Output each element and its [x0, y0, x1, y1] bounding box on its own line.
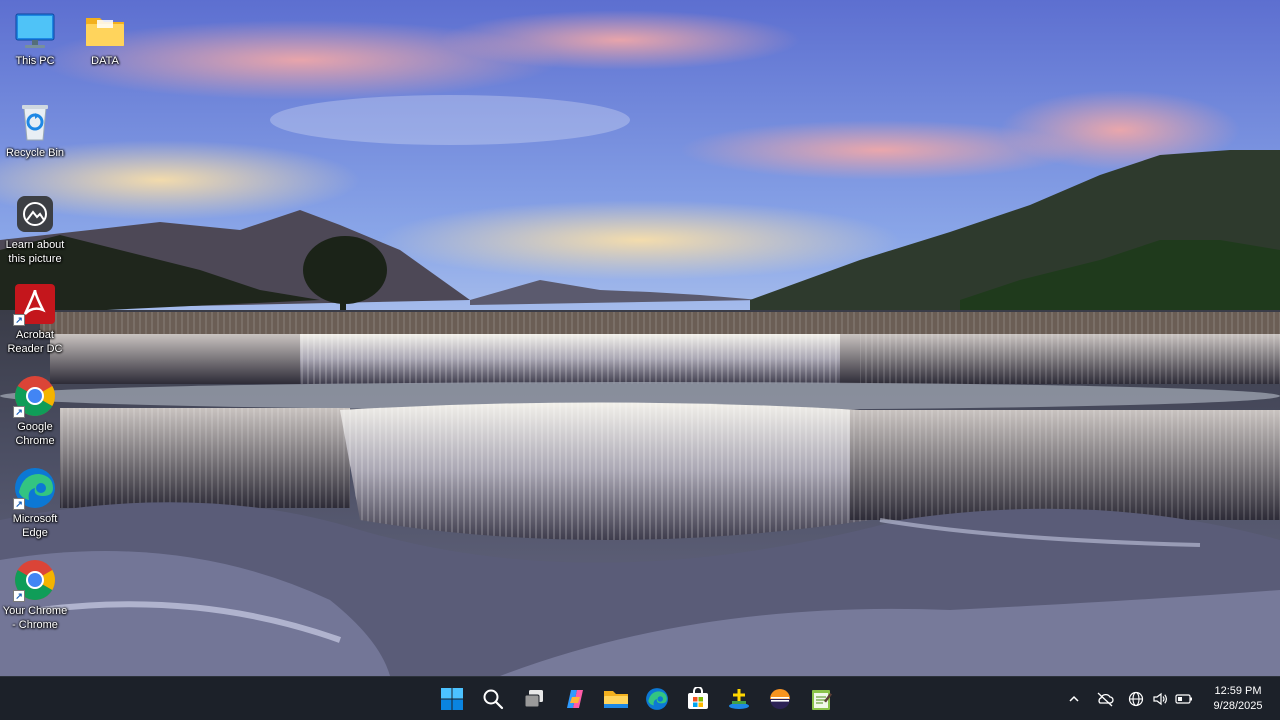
desktop-icon-label: DATA — [91, 55, 119, 67]
desktop-icon-this-pc[interactable]: This PC — [0, 8, 70, 68]
globe-icon — [1128, 691, 1144, 707]
file-explorer-button[interactable] — [598, 681, 634, 717]
start-button[interactable] — [434, 681, 470, 717]
system-tray: 12:59 PM 9/28/2025 — [1062, 677, 1280, 720]
monitor-icon — [13, 8, 57, 52]
task-view-button[interactable] — [516, 681, 552, 717]
windows-start-icon — [441, 688, 463, 710]
desktop-icon-microsoft-edge[interactable]: ↗ Microsoft Edge — [0, 466, 70, 540]
desktop-icon-google-chrome[interactable]: ↗ Google Chrome — [0, 374, 70, 448]
desktop-icon-label: Acrobat Reader DC — [7, 329, 63, 355]
shortcut-arrow-icon: ↗ — [13, 314, 25, 326]
copilot-icon — [567, 690, 583, 708]
store-icon — [688, 687, 708, 709]
notepad-icon — [812, 690, 832, 710]
recycle-bin-icon — [13, 100, 57, 144]
acrobat-icon: ↗ — [13, 282, 57, 326]
eclipse-icon — [770, 689, 790, 709]
network-status-button[interactable] — [1094, 688, 1116, 710]
show-hidden-icons-button[interactable] — [1063, 688, 1085, 710]
chevron-up-icon — [1069, 695, 1079, 702]
clock-date: 9/28/2025 — [1213, 700, 1263, 712]
desktop-icon-label: Recycle Bin — [5, 147, 65, 159]
store-button[interactable] — [680, 681, 716, 717]
edge-taskbar-button[interactable] — [639, 681, 675, 717]
taskbar-apps — [434, 677, 839, 720]
language-button[interactable] — [1125, 688, 1147, 710]
eclipse-app-button[interactable] — [762, 681, 798, 717]
shortcut-arrow-icon: ↗ — [13, 590, 25, 602]
search-button[interactable] — [475, 681, 511, 717]
desktop-icon-label: Microsoft Edge — [12, 513, 58, 539]
edge-icon: ↗ — [13, 466, 57, 510]
notepad-button[interactable] — [803, 681, 839, 717]
copilot-button[interactable] — [557, 681, 593, 717]
desktop-icon-acrobat-reader[interactable]: ↗ Acrobat Reader DC — [0, 282, 70, 356]
chrome-icon: ↗ — [13, 558, 57, 602]
taskbar: 12:59 PM 9/28/2025 — [0, 676, 1280, 720]
desktop-icon-label: Learn about this picture — [5, 239, 65, 265]
desktop-icon-label: Google Chrome — [15, 421, 55, 447]
chrome-icon: ↗ — [13, 374, 57, 418]
folder-icon — [83, 8, 127, 52]
volume-button[interactable] — [1149, 688, 1171, 710]
shortcut-arrow-icon: ↗ — [13, 406, 25, 418]
clock-time: 12:59 PM — [1214, 685, 1262, 697]
search-icon — [483, 689, 504, 710]
desktop-icon-your-chrome[interactable]: ↗ Your Chrome - Chrome — [0, 558, 70, 632]
clock[interactable]: 12:59 PM 9/28/2025 — [1202, 684, 1274, 714]
network-off-icon — [1097, 692, 1114, 707]
edge-icon — [646, 688, 668, 710]
desktop-icon-data-folder[interactable]: DATA — [70, 8, 140, 68]
task-view-icon — [524, 690, 543, 708]
shortcut-arrow-icon: ↗ — [13, 498, 25, 510]
battery-button[interactable] — [1173, 688, 1195, 710]
desktop-icon-learn-about-picture[interactable]: Learn about this picture — [0, 192, 70, 266]
desktop-icon-recycle-bin[interactable]: Recycle Bin — [0, 100, 70, 160]
speaker-icon — [1153, 692, 1167, 706]
desktop-icon-label: This PC — [15, 55, 55, 67]
battery-icon — [1175, 694, 1192, 704]
ladder-app-icon — [729, 689, 749, 709]
folder-icon — [604, 691, 628, 708]
desktop-icon-label: Your Chrome - Chrome — [2, 605, 68, 631]
desktop-wallpaper — [0, 0, 1280, 676]
camera-icon — [13, 192, 57, 236]
ladder-app-button[interactable] — [721, 681, 757, 717]
